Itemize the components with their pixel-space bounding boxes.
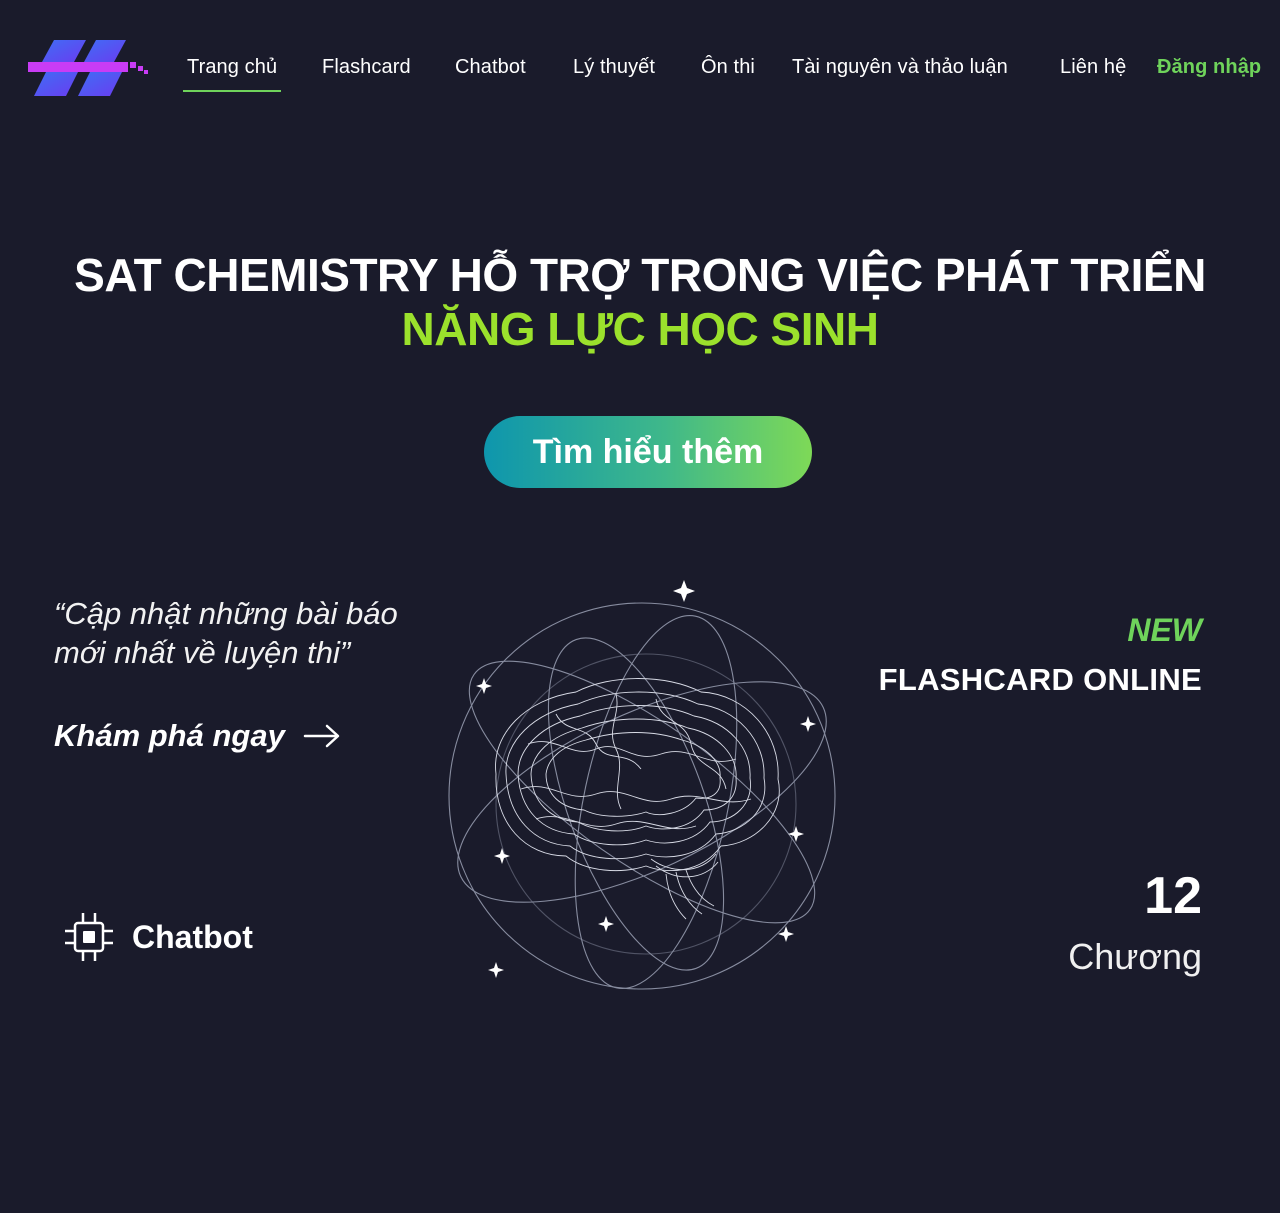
nav-link-resources[interactable]: Tài nguyên và thảo luận: [792, 56, 1008, 79]
nav-link-flashcard[interactable]: Flashcard: [322, 56, 411, 79]
news-quote: “Cập nhật những bài báo mới nhất về luyệ…: [54, 596, 398, 670]
chip-icon: [65, 913, 113, 961]
explore-now-link[interactable]: Khám phá ngay: [54, 718, 341, 754]
hero-title-highlight: NĂNG LỰC HỌC SINH: [401, 303, 879, 355]
login-link[interactable]: Đăng nhập: [1157, 56, 1261, 79]
new-badge: NEW: [1127, 612, 1202, 648]
nav-link-contact[interactable]: Liên hệ: [1060, 56, 1126, 79]
chatbot-feature-link[interactable]: Chatbot: [62, 910, 253, 964]
nav-link-exam-review[interactable]: Ôn thi: [701, 56, 755, 79]
hero-title: SAT CHEMISTRY HỖ TRỢ TRONG VIỆC PHÁT TRI…: [74, 249, 1206, 301]
chatbot-label: Chatbot: [132, 918, 253, 955]
learn-more-button[interactable]: Tìm hiểu thêm: [484, 416, 812, 488]
nav-link-theory[interactable]: Lý thuyết: [573, 56, 655, 79]
explore-now-label: Khám phá ngay: [54, 718, 285, 753]
chapter-count: 12: [1144, 867, 1202, 925]
brain-orbit-illustration: [436, 574, 848, 1024]
chapter-label: Chương: [1068, 936, 1202, 977]
flashcard-online-link[interactable]: FLASHCARD ONLINE: [879, 662, 1202, 698]
brand-logo-icon[interactable]: [26, 36, 150, 100]
nav-link-chatbot[interactable]: Chatbot: [455, 56, 526, 79]
arrow-right-icon: [303, 724, 340, 748]
nav-link-home[interactable]: Trang chủ: [182, 56, 282, 92]
